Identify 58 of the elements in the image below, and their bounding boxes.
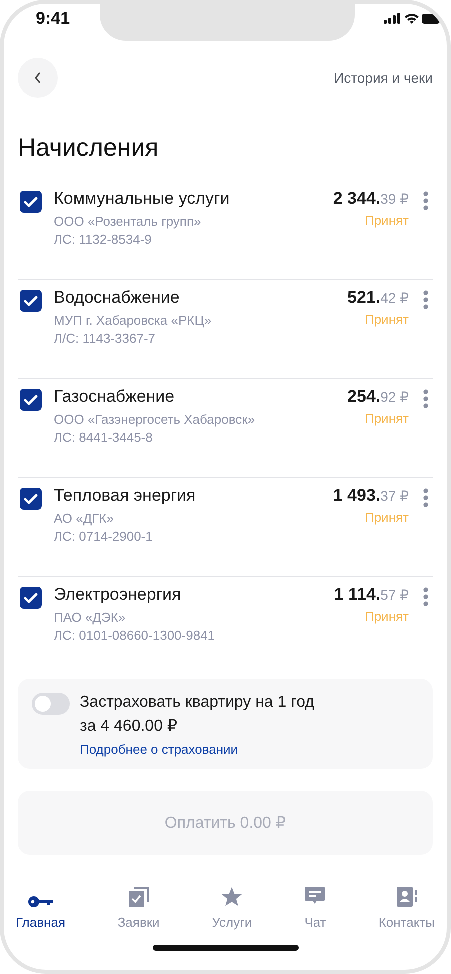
insurance-title: Застраховать квартиру на 1 год — [80, 693, 314, 713]
charge-name: Водоснабжение — [54, 288, 181, 308]
status-icons — [384, 12, 442, 26]
checkmark-icon — [24, 592, 38, 604]
charge-amount: 2 344.39 ₽ — [333, 189, 409, 209]
charge-name: Газоснабжение — [54, 387, 176, 407]
tab[interactable]: Контакты — [368, 880, 445, 930]
contact-card-icon — [396, 886, 418, 908]
more-icon[interactable] — [423, 290, 429, 310]
provider-name: МУП г. Хабаровска «РКЦ» — [54, 312, 213, 330]
checkbox[interactable] — [20, 587, 42, 609]
checkmark-icon — [24, 394, 38, 406]
tab[interactable]: Чат — [294, 880, 336, 930]
checkbox[interactable] — [20, 488, 42, 510]
tab[interactable]: Услуги — [202, 880, 262, 930]
insurance-link[interactable]: Подробнее о страховании — [80, 742, 314, 757]
checkmark-icon — [24, 196, 38, 208]
status-time: 9:41 — [36, 9, 70, 29]
history-link[interactable]: История и чеки — [334, 70, 433, 86]
checkbox[interactable] — [20, 389, 42, 411]
charge-status: Принят — [364, 510, 409, 525]
star-icon — [221, 886, 244, 908]
account-number: Л/С: 1143-3367-7 — [54, 330, 157, 348]
provider-name: ООО «Розенталь групп» — [54, 213, 202, 231]
checkmark-icon — [24, 296, 38, 306]
account-number: ЛС: 8441-3445-8 — [54, 429, 154, 447]
account-number: ЛС: 0101-08660-1300-9841 — [54, 627, 216, 645]
charge-amount: 1 493.37 ₽ — [333, 486, 409, 506]
charge-amount: 521.42 ₽ — [348, 288, 409, 308]
page-title: Начисления — [18, 134, 160, 163]
charge-status: Принят — [364, 411, 409, 426]
charge-status: Принят — [364, 609, 409, 624]
provider-name: АО «ДГК» — [54, 510, 115, 528]
more-icon[interactable] — [423, 389, 429, 409]
charge-amount: 254.92 ₽ — [348, 387, 409, 407]
checkbox[interactable] — [20, 191, 42, 213]
key-icon — [28, 896, 54, 908]
charge-name: Электроэнергия — [54, 585, 182, 605]
provider-name: ПАО «ДЭК» — [54, 609, 127, 627]
more-icon[interactable] — [423, 488, 429, 508]
back-icon — [34, 72, 42, 84]
more-icon[interactable] — [423, 191, 429, 211]
checkbox[interactable] — [20, 290, 42, 312]
checkmark-icon — [24, 494, 38, 504]
more-icon[interactable] — [423, 587, 429, 607]
checked-documents-icon — [128, 886, 150, 908]
charge-name: Тепловая энергия — [54, 486, 197, 506]
tab[interactable]: Главная — [6, 880, 76, 930]
account-number: ЛС: 0714-2900-1 — [54, 528, 154, 546]
insurance-toggle[interactable] — [32, 693, 70, 715]
account-number: ЛС: 1132-8534-9 — [54, 231, 153, 249]
insurance-price: за 4 460.00 ₽ — [80, 717, 179, 737]
charge-status: Принят — [364, 312, 409, 327]
provider-name: ООО «Газэнергосеть Хабаровск» — [54, 411, 256, 429]
charge-name: Коммунальные услуги — [54, 189, 231, 209]
charge-amount: 1 114.57 ₽ — [334, 585, 409, 605]
charge-status: Принят — [364, 213, 409, 228]
tab[interactable]: Заявки — [108, 880, 170, 930]
